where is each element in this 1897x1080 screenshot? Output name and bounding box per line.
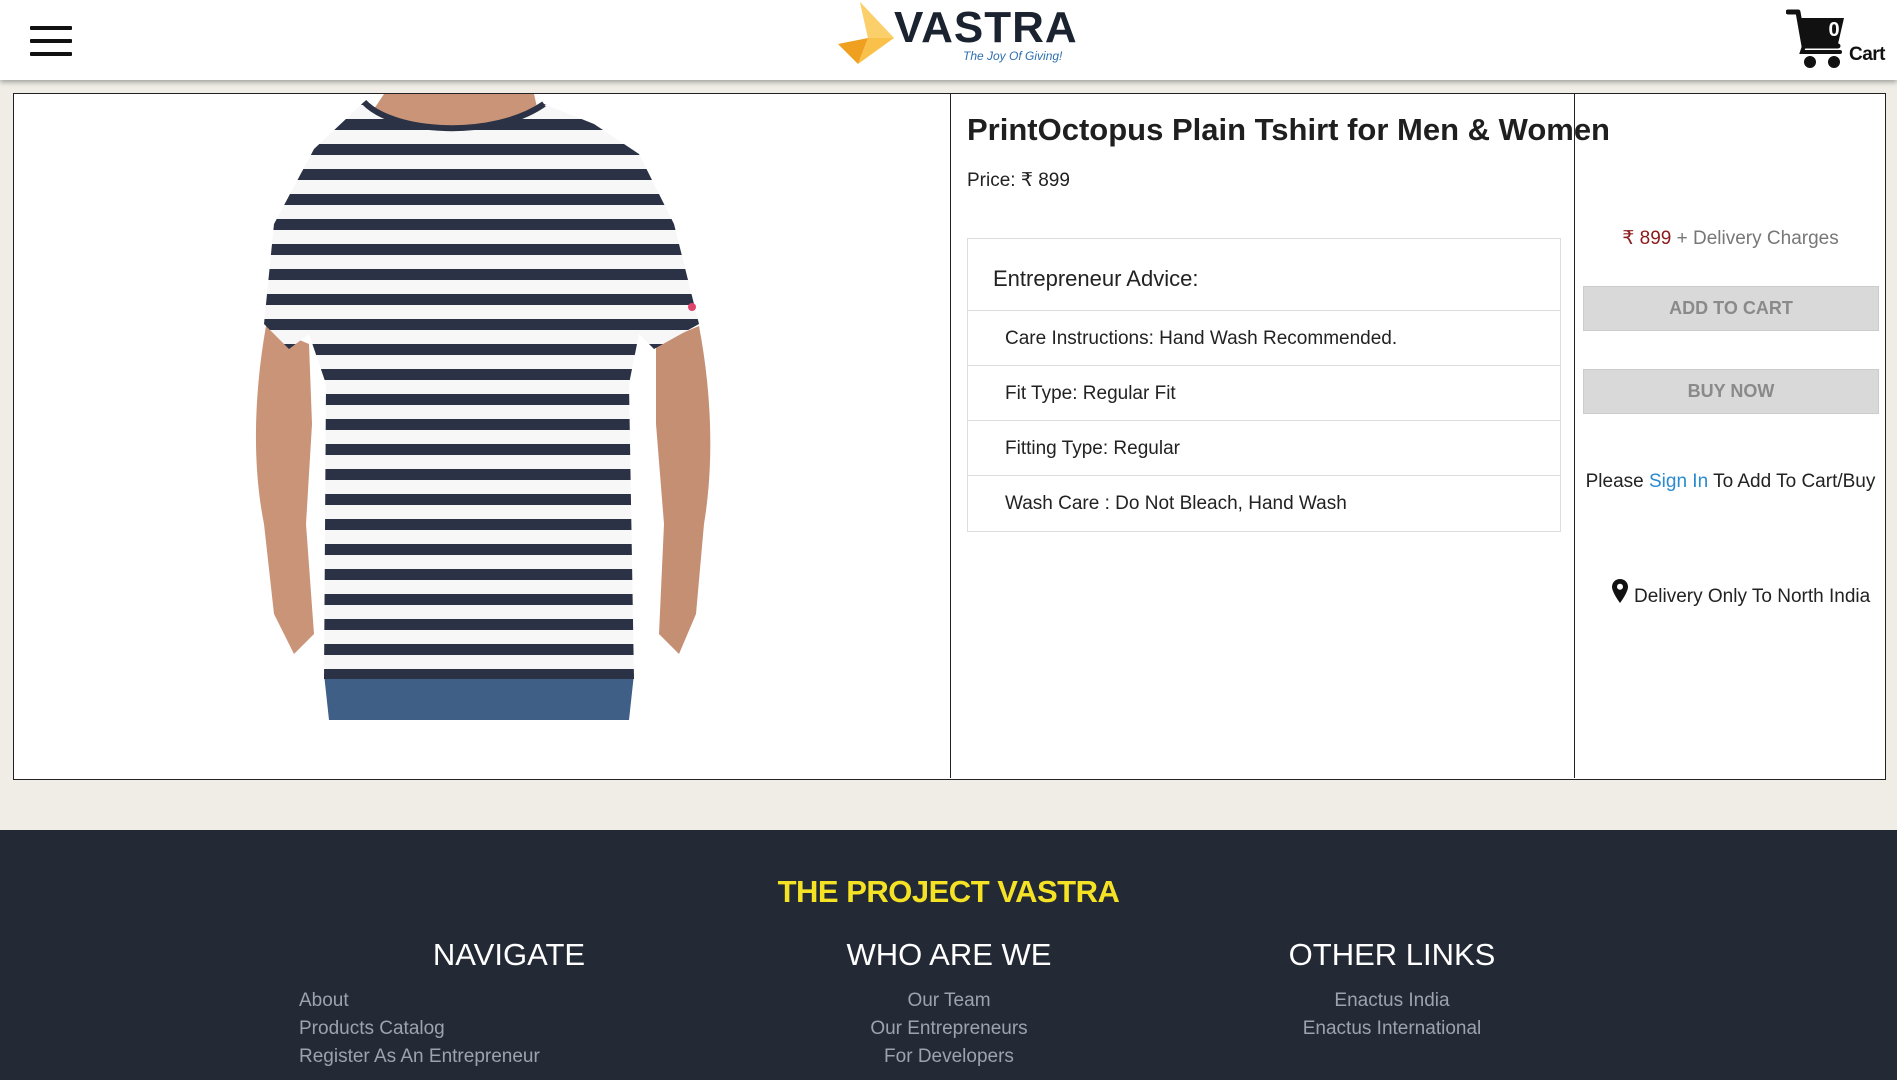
advice-item: Fitting Type: Regular xyxy=(968,421,1560,476)
menu-bar xyxy=(30,26,72,30)
add-to-cart-button[interactable]: ADD TO CART xyxy=(1583,286,1879,331)
footer-heading: NAVIGATE xyxy=(432,937,586,972)
product-price: Price: ₹ 899 xyxy=(967,170,1070,191)
cart-count-badge: 0 xyxy=(1828,19,1840,41)
striped-tshirt-image xyxy=(255,94,711,720)
footer-link-about[interactable]: About xyxy=(299,987,719,1015)
advice-item: Wash Care : Do Not Bleach, Hand Wash xyxy=(1005,493,1347,514)
signin-suffix: To Add To Cart/Buy xyxy=(1708,471,1876,492)
footer-link-enactus-india[interactable]: Enactus India xyxy=(1192,987,1592,1015)
product-image[interactable] xyxy=(244,94,724,720)
logo-tagline: The Joy Of Giving! xyxy=(963,49,1063,63)
footer-link-our-entrepreneurs[interactable]: Our Entrepreneurs xyxy=(749,1015,1149,1043)
advice-item: Care Instructions: Hand Wash Recommended… xyxy=(968,311,1560,366)
signin-prefix: Please xyxy=(1585,471,1649,492)
menu-bar xyxy=(30,52,72,56)
product-title: PrintOctopus Plain Tshirt for Men & Wome… xyxy=(967,112,1610,147)
hamburger-menu-icon[interactable] xyxy=(30,26,72,56)
buy-box-price: ₹ 899 + Delivery Charges xyxy=(1576,227,1885,250)
buy-now-button[interactable]: BUY NOW xyxy=(1583,369,1879,414)
cart-button[interactable]: 0 Cart xyxy=(1786,6,1892,74)
product-image-column xyxy=(14,94,951,778)
entrepreneur-advice-panel: Entrepreneur Advice: Care Instructions: … xyxy=(967,238,1561,532)
location-pin-icon xyxy=(1612,579,1628,603)
logo-wordmark: VASTRA xyxy=(894,3,1078,52)
footer-link-products-catalog[interactable]: Products Catalog xyxy=(299,1015,719,1043)
top-header: VASTRA The Joy Of Giving! 0 Cart xyxy=(0,0,1897,80)
vastra-logo[interactable]: VASTRA The Joy Of Giving! xyxy=(838,2,1077,68)
buy-price-suffix: + Delivery Charges xyxy=(1671,228,1839,249)
menu-bar xyxy=(30,39,72,43)
signin-prompt: Please Sign In To Add To Cart/Buy xyxy=(1576,471,1885,493)
footer-column-who-are-we: WHO ARE WE Our Team Our Entrepreneurs Fo… xyxy=(749,937,1149,1071)
footer-column-other-links: OTHER LINKS Enactus India Enactus Intern… xyxy=(1192,937,1592,1043)
advice-item: Fit Type: Regular Fit xyxy=(968,366,1560,421)
sign-in-link[interactable]: Sign In xyxy=(1649,471,1708,492)
logo-arrow-icon xyxy=(838,2,894,64)
delivery-text: Delivery Only To North India xyxy=(1634,586,1871,607)
footer-title: THE PROJECT VASTRA xyxy=(777,874,1120,909)
product-details-column: PrintOctopus Plain Tshirt for Men & Wome… xyxy=(952,94,1610,778)
footer-heading: OTHER LINKS xyxy=(1288,937,1496,972)
advice-heading: Entrepreneur Advice: xyxy=(968,239,1560,311)
footer-heading: WHO ARE WE xyxy=(846,937,1052,972)
cart-label: Cart xyxy=(1849,44,1886,65)
product-panel: PrintOctopus Plain Tshirt for Men & Wome… xyxy=(13,93,1886,780)
footer-link-enactus-international[interactable]: Enactus International xyxy=(1192,1015,1592,1043)
delivery-info: Delivery Only To North India xyxy=(1612,579,1882,609)
site-footer: THE PROJECT VASTRA NAVIGATE About Produc… xyxy=(0,830,1897,1080)
footer-link-register-entrepreneur[interactable]: Register As An Entrepreneur xyxy=(299,1043,719,1071)
footer-link-for-developers[interactable]: For Developers xyxy=(749,1043,1149,1071)
footer-column-navigate: NAVIGATE About Products Catalog Register… xyxy=(299,937,719,1071)
buy-price-amount: ₹ 899 xyxy=(1622,228,1672,249)
buy-box-column: ₹ 899 + Delivery Charges ADD TO CART BUY… xyxy=(1576,94,1885,778)
footer-link-our-team[interactable]: Our Team xyxy=(749,987,1149,1015)
